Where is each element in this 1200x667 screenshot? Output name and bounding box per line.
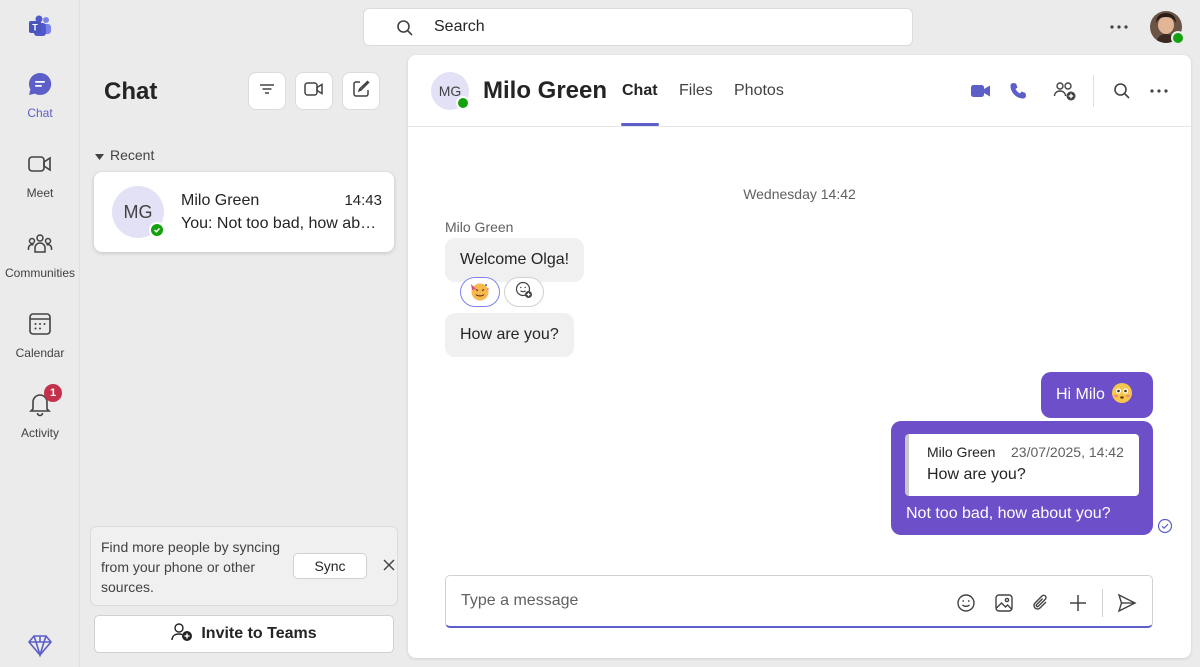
compose-placeholder: Type a message xyxy=(461,592,579,609)
tab-files[interactable]: Files xyxy=(679,82,713,100)
conversation-panel: MG Milo Green Chat Files Photos Wednesda… xyxy=(408,55,1191,658)
rail-item-communities[interactable]: Communities xyxy=(0,230,80,300)
recent-section-toggle[interactable]: Recent xyxy=(95,147,154,163)
filter-button[interactable] xyxy=(248,72,286,110)
flushed-face-emoji-icon xyxy=(1111,382,1133,409)
presence-available-icon xyxy=(456,96,470,110)
rail-item-activity[interactable]: 1 Activity xyxy=(0,384,80,460)
compose-icon xyxy=(352,79,370,103)
quoted-sender: Milo Green xyxy=(927,444,996,460)
tab-chat[interactable]: Chat xyxy=(622,82,658,100)
teams-logo-icon: T xyxy=(27,14,53,40)
calendar-icon xyxy=(26,310,54,338)
emoji-icon[interactable] xyxy=(954,591,978,615)
meet-now-button[interactable] xyxy=(295,72,333,110)
contact-name: Milo Green xyxy=(181,192,260,209)
message-text: Welcome Olga! xyxy=(460,251,570,268)
plus-icon[interactable] xyxy=(1066,591,1090,615)
recent-label: Recent xyxy=(110,147,155,163)
tab-photos[interactable]: Photos xyxy=(734,82,784,100)
caret-down-icon xyxy=(95,147,104,163)
reaction-party-emoji[interactable] xyxy=(460,277,500,307)
quoted-text: How are you? xyxy=(927,466,1026,483)
rail-item-calendar[interactable]: Calendar xyxy=(0,310,80,380)
close-icon[interactable] xyxy=(381,557,397,573)
svg-text:T: T xyxy=(32,23,38,33)
message-compose-box[interactable]: Type a message xyxy=(445,575,1153,628)
premium-diamond-icon[interactable] xyxy=(27,632,53,658)
invite-to-teams-button[interactable]: Invite to Teams xyxy=(94,615,394,653)
video-camera-icon xyxy=(304,80,324,103)
message-text: How are you? xyxy=(460,326,559,343)
conversation-title: Milo Green xyxy=(483,77,608,104)
presence-available-icon xyxy=(149,222,165,238)
search-icon[interactable] xyxy=(1110,79,1134,103)
sync-button[interactable]: Sync xyxy=(293,553,367,579)
rail-item-meet[interactable]: Meet xyxy=(0,150,80,220)
last-message-time: 14:43 xyxy=(344,192,382,209)
add-person-icon xyxy=(171,622,193,647)
video-call-icon[interactable] xyxy=(969,79,993,103)
chat-list-title: Chat xyxy=(104,78,158,105)
rail-item-label: Chat xyxy=(27,106,53,120)
send-icon[interactable] xyxy=(1115,591,1139,615)
chat-list-item[interactable]: MG Milo Green 14:43 You: Not too bad, ho… xyxy=(94,172,394,252)
incoming-message[interactable]: Welcome Olga! xyxy=(445,238,585,282)
notification-badge: 1 xyxy=(44,384,62,402)
audio-call-icon[interactable] xyxy=(1006,79,1030,103)
quoted-message[interactable]: Milo Green 23/07/2025, 14:42 How are you… xyxy=(905,434,1139,496)
filter-icon xyxy=(258,80,276,103)
rail-item-label: Calendar xyxy=(15,346,65,360)
last-message-preview: You: Not too bad, how about you? xyxy=(181,215,381,232)
chat-icon xyxy=(26,70,54,98)
more-options-icon[interactable] xyxy=(1147,79,1171,103)
search-placeholder: Search xyxy=(434,18,485,35)
new-chat-button[interactable] xyxy=(342,72,380,110)
search-icon xyxy=(396,19,414,42)
conversation-header: MG Milo Green Chat Files Photos xyxy=(408,55,1191,127)
bell-icon: 1 xyxy=(26,384,62,418)
compose-divider xyxy=(1102,589,1103,617)
add-reaction-button[interactable] xyxy=(504,277,544,307)
outgoing-message[interactable]: Hi Milo xyxy=(1041,372,1153,418)
more-options-icon[interactable] xyxy=(1108,17,1130,37)
app-rail: T Chat Meet Communities Calendar 1 Activ… xyxy=(0,0,80,667)
message-text: Not too bad, how about you? xyxy=(906,505,1111,522)
header-divider xyxy=(1093,75,1094,107)
incoming-message[interactable]: How are you? xyxy=(445,313,574,357)
date-separator: Wednesday 14:42 xyxy=(743,186,856,202)
quoted-timestamp: 23/07/2025, 14:42 xyxy=(1011,444,1124,460)
attach-icon[interactable] xyxy=(1029,591,1053,615)
invite-label: Invite to Teams xyxy=(201,625,317,642)
message-text: Hi Milo xyxy=(1056,386,1105,403)
image-icon[interactable] xyxy=(992,591,1016,615)
sync-description: Find more people by syncing from your ph… xyxy=(101,539,280,595)
communities-icon xyxy=(26,230,54,258)
rail-item-label: Activity xyxy=(20,426,59,440)
outgoing-reply-message[interactable]: Milo Green 23/07/2025, 14:42 How are you… xyxy=(891,421,1153,535)
video-camera-icon xyxy=(26,150,54,178)
add-people-icon[interactable] xyxy=(1053,79,1077,103)
presence-available-icon xyxy=(1171,31,1185,45)
search-bar[interactable]: Search xyxy=(363,8,913,46)
active-tab-indicator xyxy=(621,123,659,126)
sync-contacts-card: Find more people by syncing from your ph… xyxy=(90,526,398,606)
message-sender: Milo Green xyxy=(445,219,514,235)
add-reaction-icon xyxy=(514,280,534,305)
read-receipt-icon xyxy=(1157,518,1173,534)
rail-item-label: Communities xyxy=(4,266,76,280)
rail-item-label: Meet xyxy=(26,186,54,200)
rail-item-chat[interactable]: Chat xyxy=(0,70,80,140)
